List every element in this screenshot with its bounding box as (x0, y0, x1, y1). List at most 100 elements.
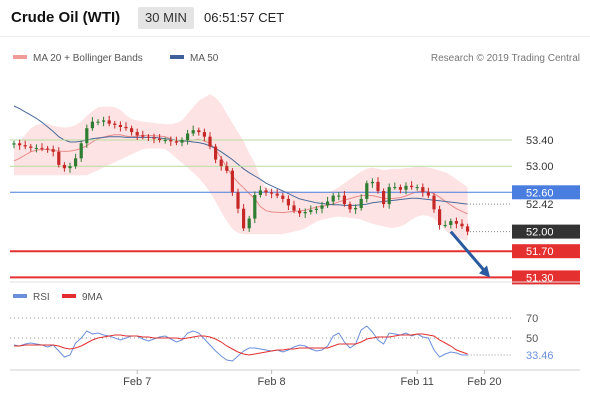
candle-body (258, 190, 262, 195)
candle-body (337, 195, 341, 197)
level-label-51-70: 51.70 (526, 246, 554, 258)
candle-body (29, 146, 33, 148)
candle-body (79, 143, 83, 159)
ma50-legend-swatch (170, 55, 184, 59)
rsi-legend-swatch (13, 294, 27, 298)
candle-body (174, 141, 178, 143)
candle-body (163, 140, 167, 141)
bb-legend-label: MA 20 + Bollinger Bands (33, 53, 143, 64)
candle-body (135, 132, 139, 136)
candle-body (460, 223, 464, 227)
candle-body (57, 151, 61, 165)
candle-body (34, 147, 38, 149)
candle-body (202, 132, 206, 137)
candle-body (387, 187, 391, 205)
rsi-legend-label: RSI (33, 292, 50, 303)
candle-body (309, 210, 313, 212)
candle-body (342, 195, 346, 205)
candle-body (208, 136, 212, 147)
level-label-51-30: 51.30 (526, 272, 554, 284)
rsi-tick-70: 70 (526, 313, 538, 325)
candle-body (320, 205, 324, 209)
candle-body (454, 221, 458, 224)
candle-body (46, 148, 50, 150)
candle-body (326, 201, 330, 206)
candle-body (398, 187, 402, 190)
candle-body (62, 164, 66, 169)
candle-body (270, 192, 274, 194)
candle-body (359, 198, 363, 209)
candle-body (376, 181, 380, 192)
candle-body (18, 143, 22, 146)
candle-body (393, 187, 397, 189)
candle-body (214, 146, 218, 160)
rsi-tick-50: 50 (526, 333, 538, 345)
candle-body (415, 187, 419, 189)
time-tick-label: Feb 11 (400, 376, 433, 388)
level-label-53-40: 53.40 (526, 135, 554, 147)
candle-body (253, 195, 257, 219)
candle-body (130, 128, 134, 133)
candle-body (370, 181, 374, 184)
level-label-52-60: 52.60 (526, 187, 554, 199)
time-tick-label: Feb 7 (123, 376, 151, 388)
candle-body (107, 120, 111, 124)
research-credit: Research © 2019 Trading Central (431, 53, 580, 64)
candle-body (438, 209, 442, 225)
candle-body (23, 145, 27, 147)
candle-body (113, 123, 117, 125)
candle-body (426, 192, 430, 196)
candle-body (432, 195, 436, 210)
candle-body (40, 147, 44, 149)
candle-body (146, 136, 150, 138)
candle-body (466, 226, 470, 232)
rsi-current-label: 33.46 (526, 350, 554, 362)
candle-body (225, 166, 229, 171)
candle-body (247, 218, 251, 229)
rsi-line (13, 325, 468, 362)
chart-canvas: MA 20 + Bollinger Bands MA 50 Research ©… (10, 53, 580, 388)
level-label-52-00: 52.00 (526, 227, 554, 239)
candle-body (96, 121, 100, 123)
candle-body (449, 221, 453, 225)
candle-body (74, 158, 78, 167)
candle-body (158, 138, 162, 140)
time-tick-label: Feb 20 (467, 376, 501, 388)
candle-body (286, 198, 290, 206)
price-label-layer: 53.40 53.00 52.6052.42 52.00 51.70 51.30 (512, 135, 580, 285)
candle-body (90, 121, 94, 129)
candle-body (298, 210, 302, 214)
candle-body (331, 195, 335, 202)
candle-body (242, 208, 246, 229)
candle-body (365, 183, 369, 199)
candle-body (102, 120, 106, 122)
candle-body (12, 143, 16, 145)
time-axis: Feb 7 Feb 8 Feb 11 Feb 20 (123, 370, 502, 388)
candle-body (264, 190, 268, 193)
candle-body (68, 166, 72, 169)
candle-body (197, 130, 201, 133)
candle-body (118, 125, 122, 127)
time-tick-label: Feb 8 (258, 376, 286, 388)
rsi-layer: 70 50 33.46 (10, 313, 554, 362)
candle-body (124, 126, 128, 129)
candle-body (281, 195, 285, 199)
candle-body (186, 133, 190, 140)
level-label-52-42: 52.42 (526, 199, 554, 211)
ma50-legend-label: MA 50 (190, 53, 219, 64)
candle-body (180, 140, 184, 143)
candle-body (152, 137, 156, 139)
candle-body (404, 185, 408, 190)
candle-body (292, 205, 296, 211)
candle-body (348, 204, 352, 210)
candle-body (382, 191, 386, 205)
candle-body (51, 149, 55, 152)
ma9-legend-swatch (62, 294, 76, 298)
level-label-53-00: 53.00 (526, 161, 554, 173)
candle-body (219, 159, 223, 167)
candle-body (410, 185, 414, 188)
bollinger-band-layer (13, 94, 468, 241)
candle-body (443, 225, 447, 226)
bollinger-band-area (14, 94, 468, 241)
candle-body (85, 128, 89, 144)
